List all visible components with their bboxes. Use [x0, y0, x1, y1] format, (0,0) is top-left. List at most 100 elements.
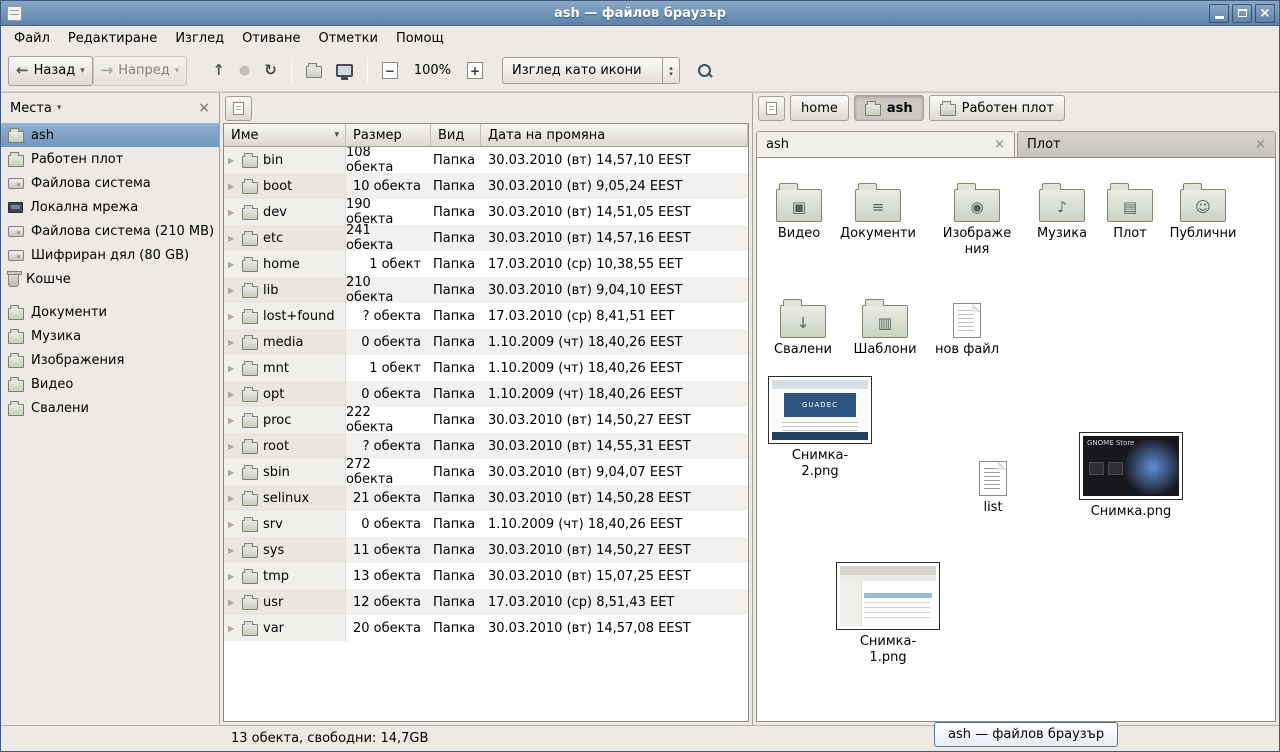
column-header-date[interactable]: Дата на промяна: [481, 124, 748, 147]
computer-button[interactable]: [329, 56, 360, 86]
breadcrumb-desktop[interactable]: Работен плот: [929, 95, 1065, 121]
breadcrumb-home[interactable]: home: [790, 95, 849, 121]
sidebar-item-filesystem-210mb[interactable]: Файлова система (210 MB): [1, 219, 219, 243]
breadcrumb-ash[interactable]: ash: [854, 95, 924, 121]
expander-icon[interactable]: ▶: [228, 624, 237, 633]
menu-help[interactable]: Помощ: [387, 28, 453, 49]
tree-row[interactable]: ▶ usr 12 обекта Папка 17.03.2010 (ср) 8,…: [224, 589, 748, 615]
file-icon-new-file[interactable]: нов файл: [925, 288, 1009, 358]
taskbar-window-button[interactable]: ash — файлов браузър: [934, 722, 1118, 747]
menu-view[interactable]: Изглед: [166, 28, 233, 49]
reload-button[interactable]: ↻: [257, 56, 284, 86]
expander-icon[interactable]: ▶: [228, 260, 237, 269]
sidebar-item-documents[interactable]: Документи: [1, 300, 219, 324]
tree-row[interactable]: ▶ bin 108 обекта Папка 30.03.2010 (вт) 1…: [224, 147, 748, 173]
sidebar-item-pictures[interactable]: Изображения: [1, 348, 219, 372]
expander-icon[interactable]: ▶: [228, 312, 237, 321]
tree-row[interactable]: ▶ media 0 обекта Папка 1.10.2009 (чт) 18…: [224, 329, 748, 355]
maximize-button[interactable]: [1232, 4, 1252, 23]
sidebar-item-ash[interactable]: ash: [1, 123, 219, 147]
file-icon-documents[interactable]: ≡ Документи: [836, 172, 920, 242]
tree-row[interactable]: ▶ proc 222 обекта Папка 30.03.2010 (вт) …: [224, 407, 748, 433]
file-icon-downloads[interactable]: ↓ Свалени: [761, 288, 845, 358]
expander-icon[interactable]: ▶: [228, 442, 237, 451]
expander-icon[interactable]: ▶: [228, 598, 237, 607]
tree-row[interactable]: ▶ opt 0 обекта Папка 1.10.2009 (чт) 18,4…: [224, 381, 748, 407]
expander-icon[interactable]: ▶: [228, 390, 237, 399]
tree-row[interactable]: ▶ sys 11 обекта Папка 30.03.2010 (вт) 14…: [224, 537, 748, 563]
sidebar-dropdown-icon[interactable]: ▾: [57, 103, 62, 113]
back-button[interactable]: ← Назад ▾: [8, 56, 93, 86]
tree-row[interactable]: ▶ boot 10 обекта Папка 30.03.2010 (вт) 9…: [224, 173, 748, 199]
stop-button[interactable]: ●: [232, 56, 257, 86]
expander-icon[interactable]: ▶: [228, 182, 237, 191]
search-button[interactable]: [690, 56, 720, 86]
tab-close-icon[interactable]: ×: [1255, 137, 1266, 152]
sidebar-item-desktop[interactable]: Работен плот: [1, 147, 219, 171]
sidebar-title[interactable]: Места: [10, 101, 52, 116]
tab-desktop[interactable]: Плот ×: [1017, 131, 1276, 157]
menu-edit[interactable]: Редактиране: [59, 28, 166, 49]
file-icon-snapshot[interactable]: GNOME Store Снимка.png: [1073, 432, 1189, 520]
view-mode-select[interactable]: Изглед като икони ▴ ▾: [502, 57, 680, 84]
expander-icon[interactable]: ▶: [228, 156, 237, 165]
home-button[interactable]: [299, 56, 329, 86]
tab-close-icon[interactable]: ×: [994, 137, 1005, 152]
tree-row[interactable]: ▶ lib 210 обекта Папка 30.03.2010 (вт) 9…: [224, 277, 748, 303]
file-icon-videos[interactable]: ▣ Видео: [757, 172, 841, 242]
file-icon-pictures[interactable]: ◉ Изображения: [931, 172, 1023, 257]
sidebar-item-downloads[interactable]: Свалени: [1, 396, 219, 420]
tree-row[interactable]: ▶ sbin 272 обекта Папка 30.03.2010 (вт) …: [224, 459, 748, 485]
zoom-in-button[interactable]: +: [460, 56, 490, 86]
expander-icon[interactable]: ▶: [228, 286, 237, 295]
tree-row[interactable]: ▶ var 20 обекта Папка 30.03.2010 (вт) 14…: [224, 615, 748, 641]
expander-icon[interactable]: ▶: [228, 338, 237, 347]
tree-row[interactable]: ▶ etc 241 обекта Папка 30.03.2010 (вт) 1…: [224, 225, 748, 251]
menu-bookmarks[interactable]: Отметки: [309, 28, 386, 49]
toggle-location-entry-button[interactable]: [225, 96, 252, 121]
file-icon-list[interactable]: list: [951, 446, 1035, 516]
toggle-location-entry-button[interactable]: [758, 96, 785, 121]
expander-icon[interactable]: ▶: [228, 208, 237, 217]
file-icon-desktop[interactable]: ▤ Плот: [1088, 172, 1172, 242]
titlebar[interactable]: ash — файлов браузър ×: [1, 1, 1279, 26]
tree-row[interactable]: ▶ selinux 21 обекта Папка 30.03.2010 (вт…: [224, 485, 748, 511]
tree-row[interactable]: ▶ root ? обекта Папка 30.03.2010 (вт) 14…: [224, 433, 748, 459]
column-header-type[interactable]: Вид: [431, 124, 481, 147]
file-icon-templates[interactable]: ▥ Шаблони: [843, 288, 927, 358]
expander-icon[interactable]: ▶: [228, 494, 237, 503]
minimize-button[interactable]: [1209, 4, 1229, 23]
file-icon-snapshot2[interactable]: GUADEC Снимка-2.png: [763, 376, 877, 479]
column-header-size[interactable]: Размер: [346, 124, 431, 147]
icon-view[interactable]: ▣ Видео ≡ Документи ◉ Изображения ♪ Музи…: [756, 157, 1276, 722]
tree-row[interactable]: ▶ mnt 1 обект Папка 1.10.2009 (чт) 18,40…: [224, 355, 748, 381]
close-button[interactable]: ×: [1255, 4, 1275, 23]
view-mode-spinner[interactable]: ▴ ▾: [662, 58, 679, 83]
menu-file[interactable]: Файл: [5, 28, 59, 49]
zoom-out-button[interactable]: −: [375, 56, 405, 86]
sidebar-close-icon[interactable]: ×: [198, 100, 210, 116]
forward-button[interactable]: → Напред ▾: [93, 56, 188, 86]
menu-go[interactable]: Отиване: [233, 28, 309, 49]
sidebar-item-videos[interactable]: Видео: [1, 372, 219, 396]
sidebar-item-filesystem[interactable]: Файлова система: [1, 171, 219, 195]
sidebar-item-encrypted-80gb[interactable]: Шифриран дял (80 GB): [1, 243, 219, 267]
sidebar-item-music[interactable]: Музика: [1, 324, 219, 348]
expander-icon[interactable]: ▶: [228, 572, 237, 581]
sidebar-item-local-network[interactable]: Локална мрежа: [1, 195, 219, 219]
tree-row[interactable]: ▶ home 1 обект Папка 17.03.2010 (ср) 10,…: [224, 251, 748, 277]
expander-icon[interactable]: ▶: [228, 364, 237, 373]
tree-row[interactable]: ▶ tmp 13 обекта Папка 30.03.2010 (вт) 15…: [224, 563, 748, 589]
expander-icon[interactable]: ▶: [228, 546, 237, 555]
expander-icon[interactable]: ▶: [228, 416, 237, 425]
expander-icon[interactable]: ▶: [228, 234, 237, 243]
expander-icon[interactable]: ▶: [228, 468, 237, 477]
tree-row[interactable]: ▶ srv 0 обекта Папка 1.10.2009 (чт) 18,4…: [224, 511, 748, 537]
column-header-name[interactable]: Име ▾: [224, 124, 346, 147]
tree-row[interactable]: ▶ lost+found ? обекта Папка 17.03.2010 (…: [224, 303, 748, 329]
file-icon-snapshot1[interactable]: Снимка-1.png: [831, 562, 945, 665]
file-icon-public[interactable]: ☺ Публични: [1161, 172, 1245, 242]
up-button[interactable]: ↑: [205, 56, 232, 86]
expander-icon[interactable]: ▶: [228, 520, 237, 529]
sidebar-item-trash[interactable]: Кошче: [1, 267, 219, 291]
